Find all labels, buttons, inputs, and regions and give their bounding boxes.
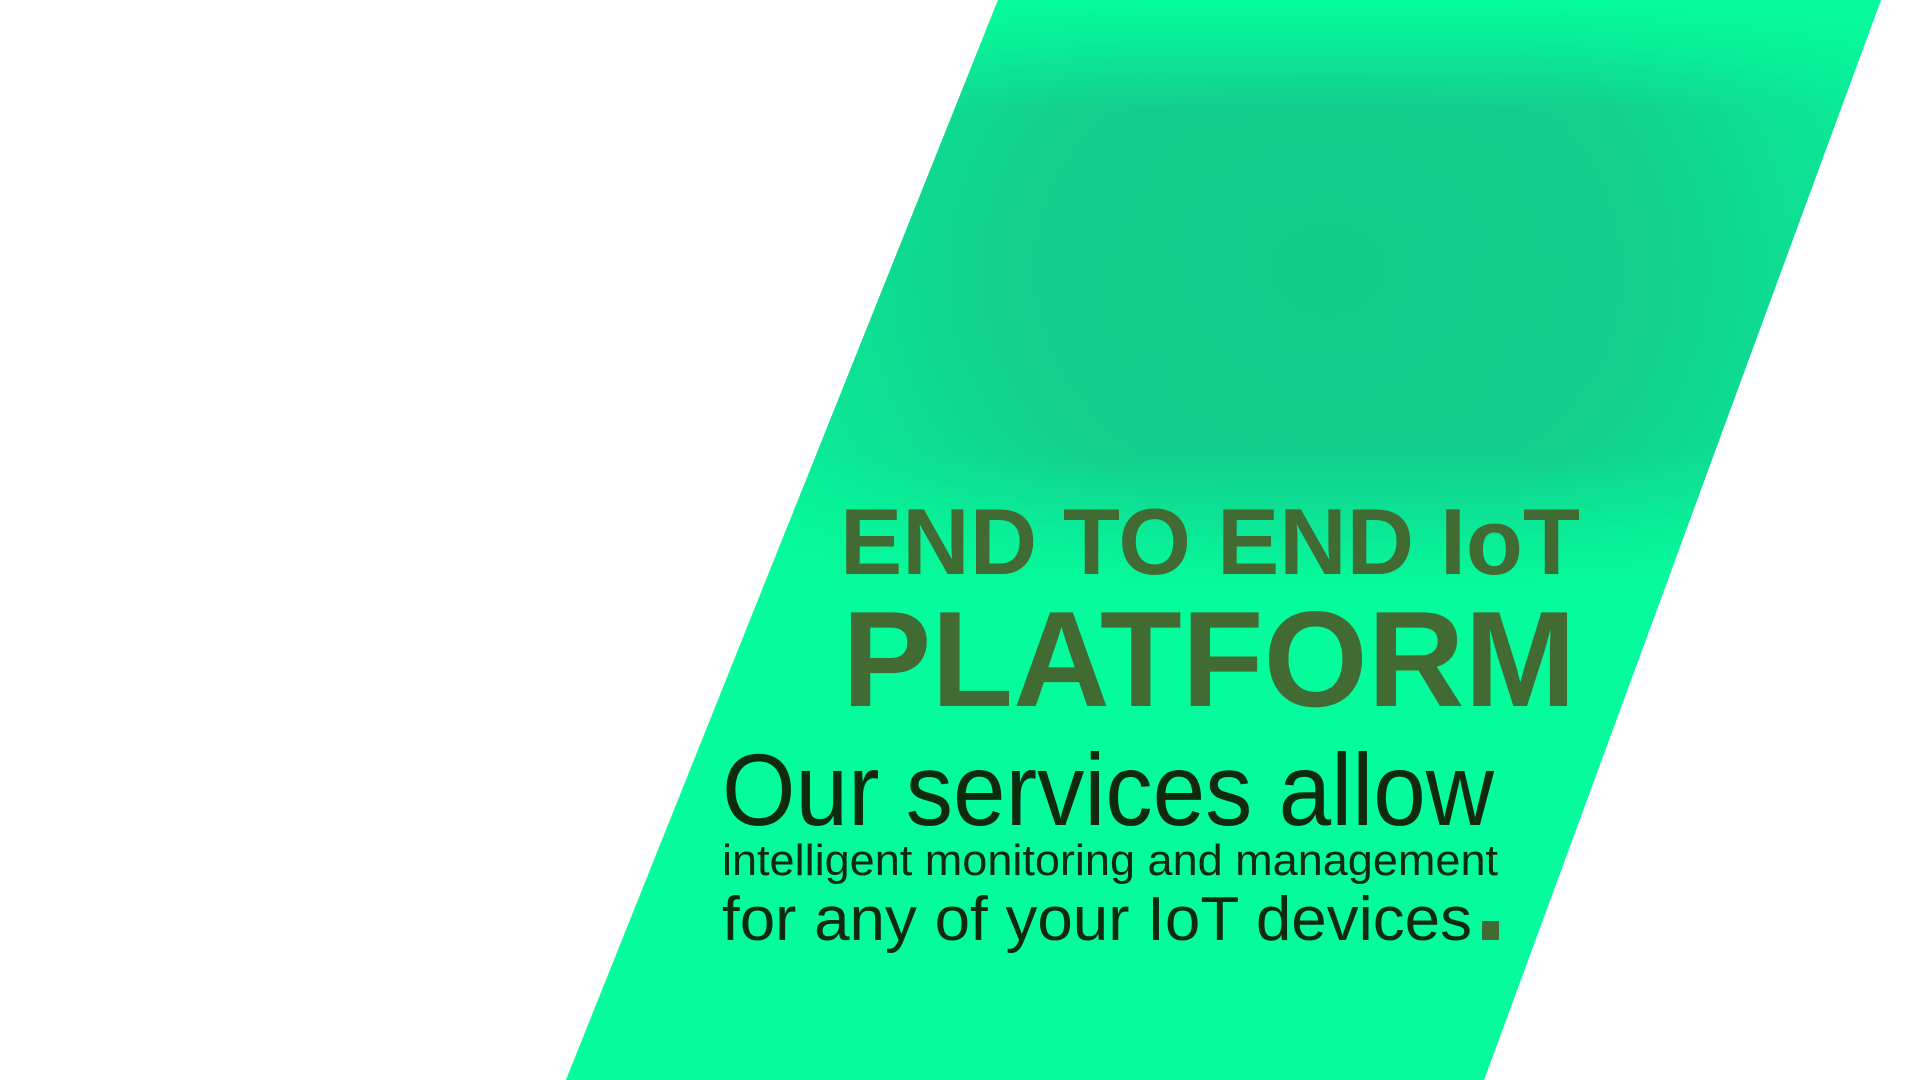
title-line-2: PLATFORM — [842, 583, 1576, 735]
square-period-mark — [1482, 921, 1499, 940]
tagline-line-2: intelligent monitoring and management — [722, 836, 1498, 885]
tagline-line-1: Our services allow — [722, 733, 1494, 847]
hero-graphic: END TO END IoT PLATFORM Our services all… — [566, 0, 1881, 1080]
title-line-1: END TO END IoT — [840, 489, 1580, 594]
tagline-line-3: for any of your IoT devices — [722, 885, 1472, 954]
